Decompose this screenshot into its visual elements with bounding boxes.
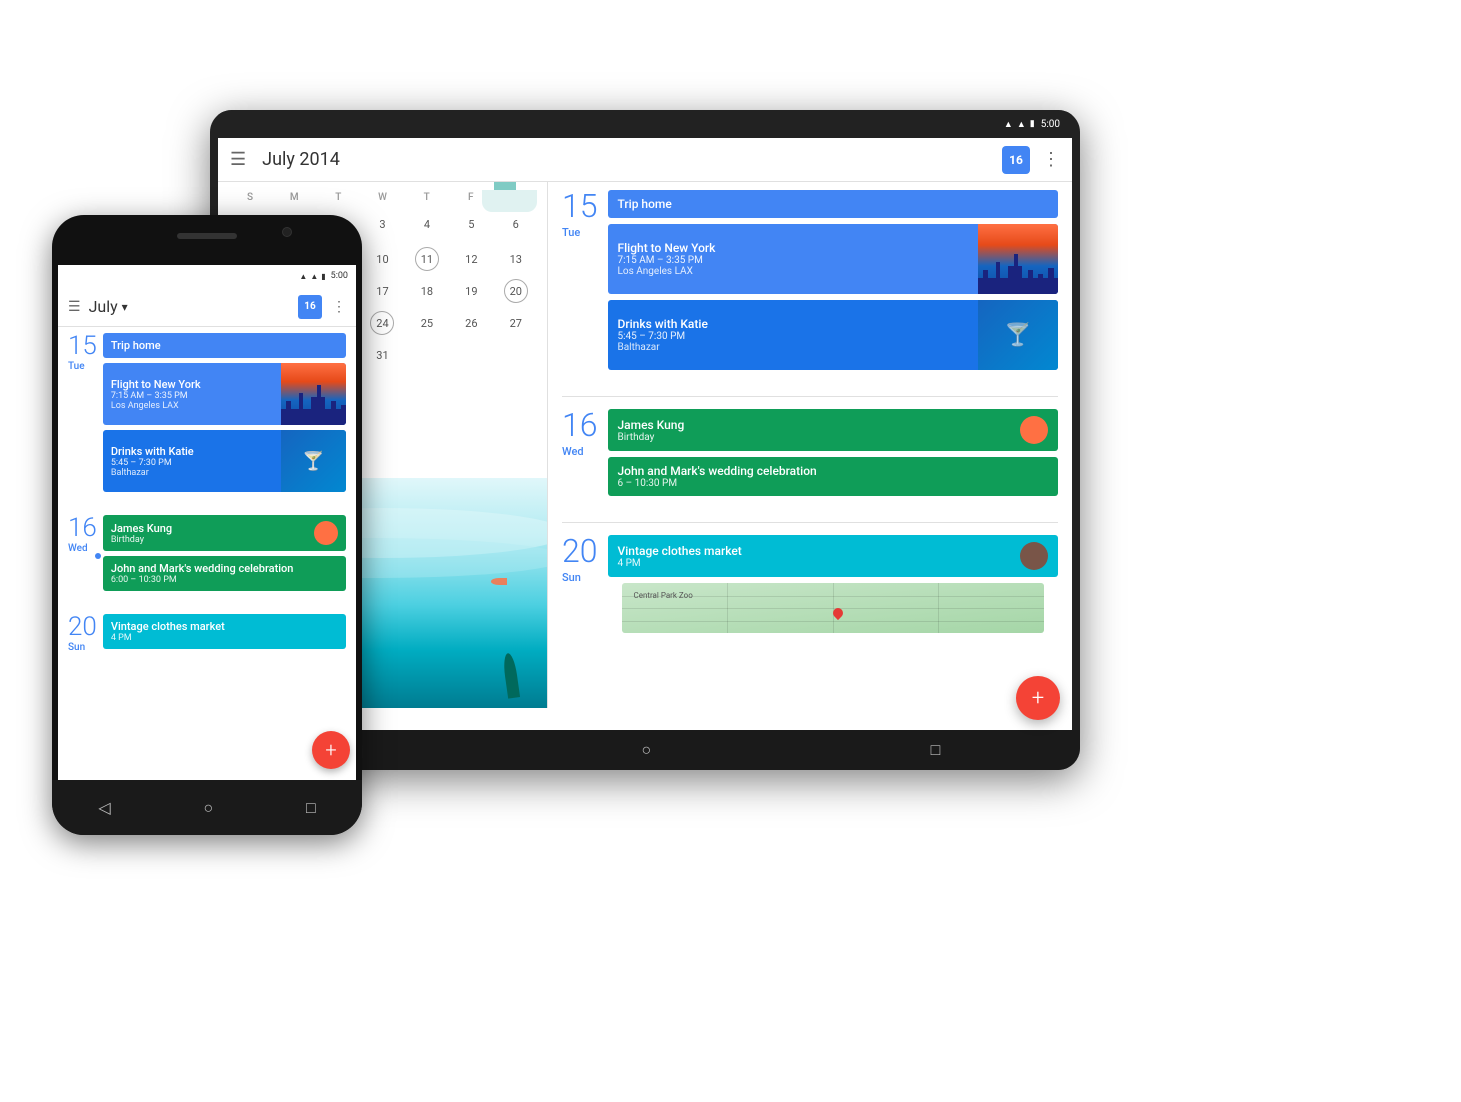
- day-16-dot: [95, 553, 101, 559]
- day-section-16: 16 Wed James Kung Birthday: [548, 401, 1072, 518]
- cal-day-5[interactable]: 5: [450, 209, 492, 242]
- cal-day-10[interactable]: 10: [361, 244, 403, 274]
- tablet-recent-button[interactable]: □: [931, 740, 941, 760]
- cocktail-image: 🍸: [978, 300, 1058, 370]
- tablet-time: 5:00: [1041, 119, 1060, 130]
- nyc-image: [978, 224, 1058, 294]
- cal-dow-s1: S: [228, 190, 272, 205]
- day-header-16: 16 Wed James Kung Birthday: [562, 409, 1058, 502]
- cal-day-27[interactable]: 27: [495, 308, 537, 338]
- phone-title-area: July ▾: [89, 297, 298, 316]
- phone-more-icon[interactable]: ⋮: [332, 299, 346, 315]
- divider-16-20: [562, 522, 1058, 523]
- phone-day-badge[interactable]: 16: [298, 295, 322, 319]
- phone-signal-icon: ▲: [299, 272, 307, 281]
- cal-day-19[interactable]: 19: [450, 276, 492, 306]
- cal-day-20[interactable]: 20: [495, 276, 537, 306]
- phone-event-flight[interactable]: Flight to New York 7:15 AM – 3:35 PM Los…: [103, 363, 346, 425]
- tablet-status-icons: ▲ ▲ ▮: [1004, 119, 1035, 130]
- phone-status-bar: ▲ ▲ ▮ 5:00: [58, 265, 356, 287]
- event-vintage-market[interactable]: Vintage clothes market 4 PM: [608, 535, 1059, 577]
- vintage-avatar: [1020, 542, 1048, 570]
- phone-app-bar: ☰ July ▾ 16 ⋮: [58, 287, 356, 327]
- cal-day-12[interactable]: 12: [450, 244, 492, 274]
- tablet-home-button[interactable]: ○: [641, 740, 651, 760]
- cal-dow-t2: T: [405, 190, 449, 205]
- phone-back-button[interactable]: ◁: [98, 798, 110, 817]
- phone-day-header-16: 16 Wed James Kung Birthday: [68, 515, 346, 596]
- boat-illustration: [482, 190, 537, 212]
- phone-day-section-16: 16 Wed James Kung Birthday: [58, 509, 356, 608]
- phone-speaker: [177, 233, 237, 239]
- phone-schedule[interactable]: 15 Tue Trip home: [58, 327, 356, 780]
- phone-day-header-15: 15 Tue Trip home: [68, 333, 346, 497]
- event-wedding[interactable]: John and Mark's wedding celebration 6 – …: [608, 457, 1059, 496]
- phone-event-james-kung[interactable]: James Kung Birthday: [103, 515, 346, 551]
- divider-15-16: [562, 396, 1058, 397]
- tablet-more-icon[interactable]: ⋮: [1042, 149, 1060, 170]
- phone-menu-icon[interactable]: ☰: [68, 299, 81, 315]
- james-kung-avatar: [1020, 416, 1048, 444]
- day-number-15: 15 Tue: [562, 190, 598, 239]
- phone-time: 5:00: [331, 271, 348, 281]
- phone-fab-button[interactable]: +: [312, 731, 350, 769]
- day-section-15: 15 Tue Trip home: [548, 182, 1072, 392]
- scene: ▲ ▲ ▮ 5:00 ☰ July 2014 16 ⋮: [0, 0, 1461, 1102]
- tablet-wifi-icon: ▲: [1004, 119, 1013, 130]
- phone-wifi-icon: ▲: [310, 272, 318, 281]
- cal-dow-t1: T: [316, 190, 360, 205]
- phone-camera: [282, 227, 292, 237]
- cal-day-4[interactable]: 4: [406, 209, 448, 242]
- cal-day-24[interactable]: 24: [361, 308, 403, 338]
- cal-dow-m: M: [272, 190, 316, 205]
- tablet-battery-icon: ▮: [1030, 119, 1035, 129]
- event-james-kung[interactable]: James Kung Birthday: [608, 409, 1059, 451]
- cal-day-26[interactable]: 26: [450, 308, 492, 338]
- tablet-schedule[interactable]: 15 Tue Trip home: [548, 182, 1072, 708]
- phone-day-header-20: 20 Sun Vintage clothes market 4 PM: [68, 614, 346, 654]
- phone-day-section-15: 15 Tue Trip home: [58, 327, 356, 509]
- cal-day-13[interactable]: 13: [495, 244, 537, 274]
- cal-dow-w: W: [360, 190, 404, 205]
- tablet-fab-button[interactable]: +: [1016, 676, 1060, 720]
- tablet-title: July 2014: [262, 149, 1002, 170]
- phone-home-button[interactable]: ○: [203, 798, 213, 818]
- phone-nav-bar: ◁ ○ □: [52, 780, 362, 835]
- phone-title: July: [89, 297, 118, 316]
- phone-event-wedding[interactable]: John and Mark's wedding celebration 6:00…: [103, 556, 346, 591]
- cal-day-25[interactable]: 25: [406, 308, 448, 338]
- tablet-actions: 16 ⋮: [1002, 146, 1060, 174]
- cal-day-3[interactable]: 3: [361, 209, 403, 242]
- day-header-20: 20 Sun Vintage clothes market 4 PM: [562, 535, 1058, 639]
- phone-james-avatar: [314, 521, 338, 545]
- phone-event-vintage[interactable]: Vintage clothes market 4 PM: [103, 614, 346, 649]
- phone-event-trip-home[interactable]: Trip home: [103, 333, 346, 358]
- phone-screen: ▲ ▲ ▮ 5:00 ☰ July ▾ 16 ⋮: [58, 265, 356, 780]
- tablet-signal-icon: ▲: [1017, 119, 1026, 130]
- tablet-app-bar: ☰ July 2014 16 ⋮: [218, 138, 1072, 182]
- cal-day-18[interactable]: 18: [406, 276, 448, 306]
- tablet-menu-icon[interactable]: ☰: [230, 149, 246, 170]
- phone-device: ▲ ▲ ▮ 5:00 ☰ July ▾ 16 ⋮: [52, 215, 362, 835]
- cal-day-17[interactable]: 17: [361, 276, 403, 306]
- event-flight-nyc[interactable]: Flight to New York 7:15 AM – 3:35 PM Los…: [608, 224, 1059, 294]
- day-header-15: 15 Tue Trip home: [562, 190, 1058, 376]
- phone-dropdown-arrow[interactable]: ▾: [122, 300, 128, 314]
- phone-event-drinks[interactable]: Drinks with Katie 5:45 – 7:30 PM Balthaz…: [103, 430, 346, 492]
- phone-cocktail-image: 🍸: [281, 430, 346, 492]
- phone-recent-button[interactable]: □: [306, 798, 316, 818]
- cal-day-31[interactable]: 31: [361, 340, 403, 370]
- event-drinks-katie[interactable]: Drinks with Katie 5:45 – 7:30 PM Balthaz…: [608, 300, 1059, 370]
- cal-day-6[interactable]: 6: [495, 209, 537, 242]
- phone-battery-icon: ▮: [321, 272, 325, 281]
- event-trip-home[interactable]: Trip home: [608, 190, 1059, 218]
- map-thumbnail[interactable]: Central Park Zoo: [622, 583, 1045, 633]
- phone-nyc-image: [281, 363, 346, 425]
- tablet-day-badge[interactable]: 16: [1002, 146, 1030, 174]
- phone-status-right: ▲ ▲ ▮ 5:00: [299, 271, 348, 281]
- phone-actions: 16 ⋮: [298, 295, 346, 319]
- phone-day-section-20: 20 Sun Vintage clothes market 4 PM: [58, 608, 356, 666]
- cal-day-11[interactable]: 11: [406, 244, 448, 274]
- day-section-20: 20 Sun Vintage clothes market 4 PM: [548, 527, 1072, 655]
